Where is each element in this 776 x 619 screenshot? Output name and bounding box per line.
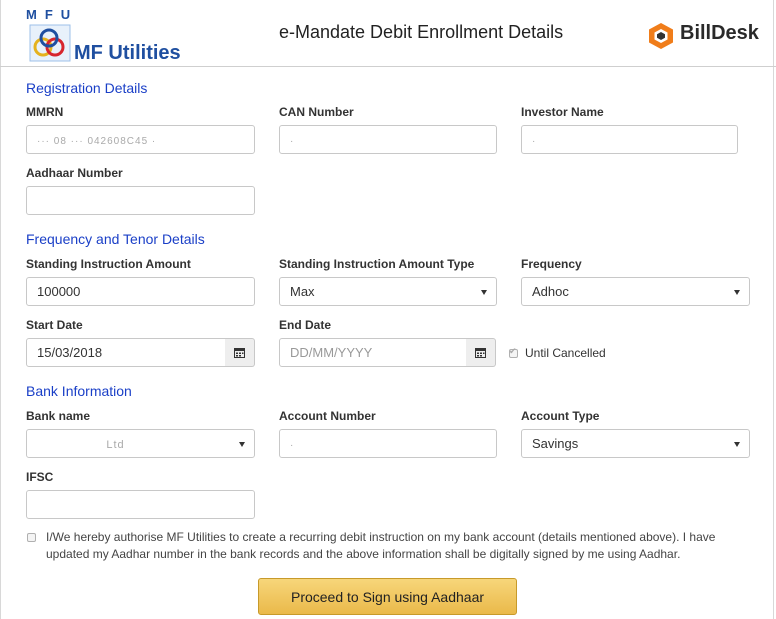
frequency-value: Adhoc	[532, 284, 569, 299]
mfu-logo: MFU MF Utilities	[26, 7, 186, 64]
si-amount-type-select[interactable]: Max	[279, 277, 497, 306]
account-number-field[interactable]: ·	[279, 429, 497, 458]
bank-name-label: Bank name	[26, 409, 91, 423]
account-type-label: Account Type	[521, 409, 600, 423]
can-number-field[interactable]: ·	[279, 125, 497, 154]
mmrn-value: ··· 08 ··· 042608C45 ·	[37, 136, 157, 147]
mmrn-field[interactable]: ··· 08 ··· 042608C45 ·	[26, 125, 255, 154]
si-amount-field[interactable]: 100000	[26, 277, 255, 306]
aadhaar-number-field[interactable]	[26, 186, 255, 215]
end-date-group: DD/MM/YYYY	[279, 338, 496, 367]
account-type-select[interactable]: Savings	[521, 429, 750, 458]
account-number-label: Account Number	[279, 409, 376, 423]
end-date-placeholder: DD/MM/YYYY	[290, 345, 373, 360]
can-number-value: ·	[290, 136, 295, 147]
end-date-calendar-button[interactable]	[466, 338, 496, 367]
mfu-rings-icon	[29, 24, 71, 62]
bank-name-select[interactable]: Ltd	[26, 429, 255, 458]
registration-section-title: Registration Details	[26, 80, 148, 96]
consent-checkbox[interactable]	[27, 533, 36, 542]
frequency-label: Frequency	[521, 257, 582, 271]
proceed-sign-aadhaar-button[interactable]: Proceed to Sign using Aadhaar	[258, 578, 517, 615]
investor-name-label: Investor Name	[521, 105, 604, 119]
si-amount-type-value: Max	[290, 284, 315, 299]
end-date-label: End Date	[279, 318, 332, 332]
start-date-group: 15/03/2018	[26, 338, 255, 367]
end-date-field[interactable]: DD/MM/YYYY	[279, 338, 467, 367]
until-cancelled-checkbox[interactable]	[509, 346, 518, 358]
ifsc-field[interactable]	[26, 490, 255, 519]
si-amount-type-label: Standing Instruction Amount Type	[279, 257, 475, 271]
mmrn-label: MMRN	[26, 105, 64, 119]
start-date-label: Start Date	[26, 318, 83, 332]
billdesk-logo-name: BillDesk	[680, 22, 759, 44]
header: MFU MF Utilities e-Mandate Debit Enrollm…	[0, 0, 776, 67]
investor-name-field[interactable]: ·	[521, 125, 738, 154]
billdesk-logo: BillDesk	[648, 20, 768, 50]
page-title: e-Mandate Debit Enrollment Details	[279, 22, 564, 42]
si-amount-label: Standing Instruction Amount	[26, 257, 191, 271]
mfu-logo-name: MF Utilities	[74, 42, 181, 64]
consent-text: I/We hereby authorise MF Utilities to cr…	[46, 530, 716, 561]
until-cancelled-label: Until Cancelled	[525, 346, 606, 360]
aadhaar-number-label: Aadhaar Number	[26, 166, 123, 180]
account-type-value: Savings	[532, 436, 579, 451]
ifsc-label: IFSC	[26, 470, 54, 484]
calendar-icon	[475, 348, 486, 358]
calendar-icon	[234, 348, 245, 358]
bank-section-title: Bank Information	[26, 383, 132, 399]
bank-name-value: Ltd	[106, 439, 125, 451]
can-number-label: CAN Number	[279, 105, 354, 119]
start-date-calendar-button[interactable]	[225, 338, 255, 367]
billdesk-hexagon-icon	[649, 23, 673, 49]
investor-name-value: ·	[532, 136, 537, 147]
frequency-section-title: Frequency and Tenor Details	[26, 231, 205, 247]
account-number-value: ·	[290, 440, 295, 451]
start-date-field[interactable]: 15/03/2018	[26, 338, 226, 367]
frequency-select[interactable]: Adhoc	[521, 277, 750, 306]
mfu-logo-letters: MFU	[26, 7, 79, 22]
